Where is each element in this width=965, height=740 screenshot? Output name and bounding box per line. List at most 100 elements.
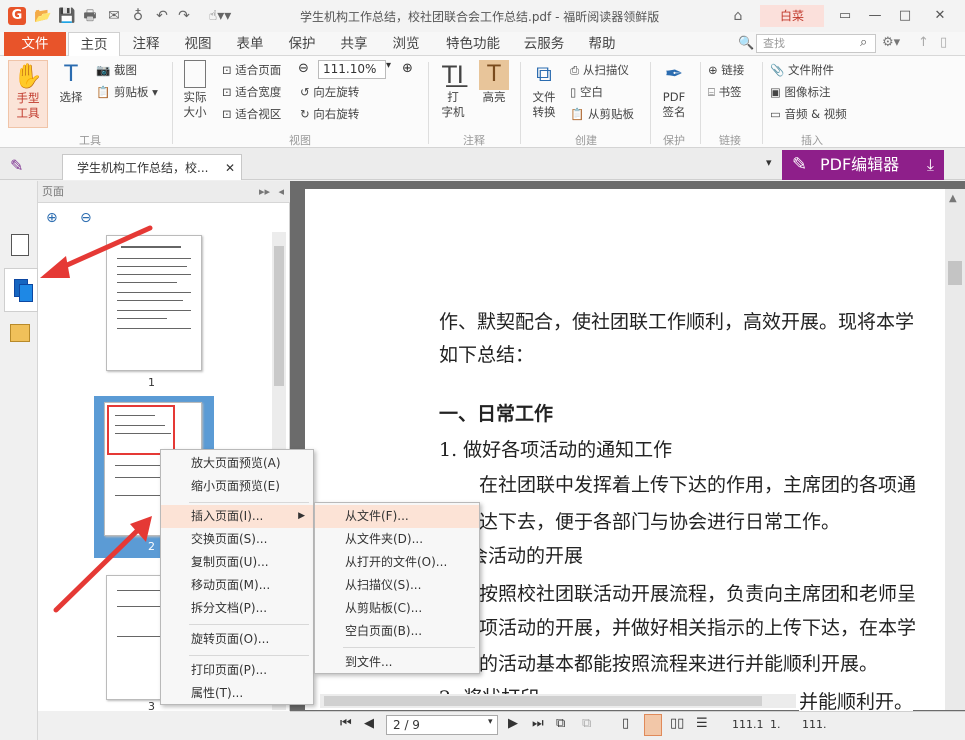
redo-icon[interactable]: ↷ bbox=[176, 8, 192, 24]
zoom-field[interactable]: 111.10% bbox=[318, 60, 386, 79]
zoom-in-icon[interactable]: ⊕ bbox=[402, 61, 413, 76]
document-scroll-thumb[interactable] bbox=[948, 261, 962, 285]
menu-item-insert-pages[interactable]: 插入页面(I)... ▶ bbox=[161, 505, 313, 528]
screenshot-button[interactable]: 📷 截图 bbox=[96, 62, 137, 78]
pdf-editor-button[interactable]: ✎ PDF编辑器 ⤓ bbox=[782, 150, 944, 180]
menu-browse[interactable]: 浏览 bbox=[382, 32, 430, 56]
minimize-button[interactable]: — bbox=[860, 6, 890, 26]
next-view-icon[interactable]: ⧉ bbox=[582, 716, 591, 731]
save-icon[interactable]: 💾 bbox=[58, 8, 75, 24]
feedback-icon[interactable]: ⌂ bbox=[730, 8, 746, 24]
menu-home[interactable]: 主页 bbox=[68, 32, 120, 57]
menu-help[interactable]: 帮助 bbox=[578, 32, 626, 56]
fit-width-button[interactable]: ⊡ 适合宽度 bbox=[222, 84, 281, 100]
page-dropdown-icon[interactable]: ▾ bbox=[488, 717, 493, 727]
comments-panel-icon[interactable] bbox=[10, 324, 30, 342]
menu-item-rotate-pages[interactable]: 旋转页面(O)... bbox=[161, 628, 313, 651]
settings-icon[interactable]: ⚙▾ bbox=[882, 35, 900, 50]
previous-view-icon[interactable]: ⧉ bbox=[556, 716, 565, 731]
visible-area-box[interactable] bbox=[107, 405, 175, 455]
panel-scroll-thumb[interactable] bbox=[274, 246, 284, 386]
pdf-sign-button[interactable]: ✒ PDF 签名 bbox=[656, 60, 692, 120]
horizontal-scrollbar[interactable] bbox=[320, 694, 796, 708]
menu-item-move-pages[interactable]: 移动页面(M)... bbox=[161, 574, 313, 597]
fit-page-button[interactable]: ⊡ 适合页面 bbox=[222, 62, 281, 78]
enlarge-thumbnail-icon[interactable]: ⊕ bbox=[46, 210, 58, 226]
zoom-out-icon[interactable]: ⊖ bbox=[298, 61, 309, 76]
continuous-facing-icon[interactable]: ☰ bbox=[696, 716, 708, 731]
clipboard-button[interactable]: 📋 剪贴板 ▾ bbox=[96, 84, 158, 100]
menu-file[interactable]: 文件 bbox=[4, 32, 66, 56]
search-input[interactable]: 查找 bbox=[756, 34, 876, 53]
menu-cloud[interactable]: 云服务 bbox=[514, 32, 574, 56]
menu-form[interactable]: 表单 bbox=[226, 32, 274, 56]
print-icon[interactable]: 🖶 bbox=[82, 8, 98, 24]
open-icon[interactable]: 📂 bbox=[34, 8, 51, 24]
fit-visible-button[interactable]: ⊡ 适合视区 bbox=[222, 106, 281, 122]
menu-share[interactable]: 共享 bbox=[330, 32, 378, 56]
hand-tool-button[interactable]: ✋ 手型 工具 bbox=[8, 60, 48, 128]
from-scanner-button[interactable]: ⎙ 从扫描仪 bbox=[570, 62, 629, 78]
close-tab-icon[interactable]: ✕ bbox=[225, 155, 235, 181]
collapse-panel-icon[interactable]: ◂ bbox=[278, 181, 284, 203]
prev-page-icon[interactable]: ◀ bbox=[364, 716, 374, 731]
submenu-item-blank-page[interactable]: 空白页面(B)... bbox=[315, 620, 479, 643]
actual-size-button[interactable]: 实际 大小 bbox=[178, 60, 212, 120]
submenu-item-from-clipboard[interactable]: 从剪贴板(C)... bbox=[315, 597, 479, 620]
reader-mode-icon[interactable]: ✎ bbox=[10, 156, 23, 175]
document-tab[interactable]: 学生机构工作总结，校... ✕ bbox=[62, 154, 242, 180]
bookmark-button[interactable]: ⌸ 书签 bbox=[708, 84, 742, 100]
submenu-item-from-folder[interactable]: 从文件夹(D)... bbox=[315, 528, 479, 551]
submenu-item-from-open-file[interactable]: 从打开的文件(O)... bbox=[315, 551, 479, 574]
expand-panel-icon[interactable]: ▸▸ bbox=[259, 181, 270, 203]
sidebar-icon[interactable]: ▯ bbox=[940, 35, 947, 50]
typewriter-button[interactable]: T͟I 打 字机 bbox=[436, 60, 470, 120]
last-page-icon[interactable]: ⏭ bbox=[532, 716, 544, 731]
hand-dropdown-icon[interactable]: ☝▾▾ bbox=[202, 8, 238, 24]
next-page-icon[interactable]: ▶ bbox=[508, 716, 518, 731]
shrink-thumbnail-icon[interactable]: ⊖ bbox=[80, 210, 92, 226]
link-button[interactable]: ⊕ 链接 bbox=[708, 62, 744, 78]
scroll-up-icon[interactable]: ▲ bbox=[949, 193, 957, 204]
menu-view[interactable]: 视图 bbox=[174, 32, 222, 56]
menu-protect[interactable]: 保护 bbox=[278, 32, 326, 56]
search-icon[interactable]: ⌕ bbox=[860, 35, 867, 50]
ribbon-toggle-icon[interactable]: ▭ bbox=[830, 6, 860, 26]
submenu-item-from-scanner[interactable]: 从扫描仪(S)... bbox=[315, 574, 479, 597]
horizontal-scroll-thumb[interactable] bbox=[324, 696, 762, 706]
audio-video-button[interactable]: ▭ 音频 & 视频 bbox=[770, 106, 847, 122]
facing-page-icon[interactable]: ▯▯ bbox=[670, 716, 684, 731]
page-number-field[interactable]: 2 / 9 bbox=[386, 715, 498, 735]
file-attachment-button[interactable]: 📎 文件附件 bbox=[770, 62, 834, 78]
rotate-left-button[interactable]: ↺ 向左旋转 bbox=[300, 84, 359, 100]
submenu-item-to-file[interactable]: 到文件... bbox=[315, 651, 479, 674]
app-logo-icon[interactable]: G bbox=[8, 7, 26, 25]
blank-button[interactable]: ▯ 空白 bbox=[570, 84, 603, 100]
pages-panel-tab[interactable] bbox=[4, 268, 38, 312]
first-page-icon[interactable]: ⏮ bbox=[340, 716, 352, 731]
submenu-item-from-file[interactable]: 从文件(F)... bbox=[315, 505, 479, 528]
menu-features[interactable]: 特色功能 bbox=[436, 32, 510, 56]
rotate-right-button[interactable]: ↻ 向右旋转 bbox=[300, 106, 359, 122]
skin-button[interactable]: 白菜 bbox=[760, 5, 824, 27]
find-tool-icon[interactable]: 🔍 bbox=[738, 36, 754, 51]
close-button[interactable]: ✕ bbox=[925, 6, 955, 26]
bookmark-panel-icon[interactable] bbox=[11, 234, 29, 256]
single-page-icon[interactable]: ▯ bbox=[622, 716, 629, 731]
menu-item-print-pages[interactable]: 打印页面(P)... bbox=[161, 659, 313, 682]
image-annot-button[interactable]: ▣ 图像标注 bbox=[770, 84, 831, 100]
menu-item-properties[interactable]: 属性(T)... bbox=[161, 682, 313, 705]
menu-item-zoom-out-preview[interactable]: 缩小页面预览(E) bbox=[161, 475, 313, 498]
maximize-button[interactable]: □ bbox=[890, 6, 920, 26]
continuous-page-icon[interactable] bbox=[644, 714, 662, 736]
stamp-icon[interactable]: ♁ bbox=[130, 8, 146, 24]
document-scrollbar[interactable]: ▲ bbox=[945, 189, 965, 710]
menu-item-duplicate-pages[interactable]: 复制页面(U)... bbox=[161, 551, 313, 574]
tab-list-dropdown-icon[interactable]: ▾ bbox=[766, 156, 772, 169]
highlight-button[interactable]: T 高亮 bbox=[476, 60, 512, 105]
zoom-dropdown-icon[interactable]: ▾ bbox=[386, 60, 391, 71]
page-thumbnail[interactable] bbox=[106, 235, 202, 371]
menu-item-zoom-in-preview[interactable]: 放大页面预览(A) bbox=[161, 452, 313, 475]
up-arrow-icon[interactable]: ↑ bbox=[918, 35, 929, 50]
menu-item-swap-pages[interactable]: 交换页面(S)... bbox=[161, 528, 313, 551]
